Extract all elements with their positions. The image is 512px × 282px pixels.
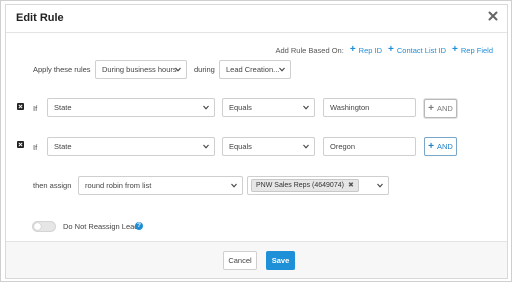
add-rep-id-label: Rep ID <box>358 45 383 55</box>
dialog-title: Edit Rule <box>16 12 64 24</box>
then-assign-label: then assign <box>33 181 72 190</box>
dialog-footer: Cancel Save <box>6 241 507 278</box>
screenshot-frame: Edit Rule Add Rule Based On: + Rep ID + … <box>0 0 512 282</box>
plus-icon: + <box>388 44 394 55</box>
add-rule-label: Add Rule Based On: <box>275 45 344 55</box>
add-rep-field-link[interactable]: + Rep Field <box>452 45 493 55</box>
chevron-down-icon <box>203 144 209 149</box>
and-label: AND <box>437 142 453 151</box>
apply-rules-label: Apply these rules <box>33 65 91 74</box>
close-icon[interactable] <box>487 10 499 22</box>
condition-value-input[interactable]: Oregon <box>323 137 416 156</box>
during-label: during <box>194 65 215 74</box>
lead-creation-value: Lead Creation... <box>226 65 280 74</box>
plus-icon: + <box>349 44 356 55</box>
condition-value-text: Washington <box>330 103 370 112</box>
add-and-button[interactable]: + AND <box>424 99 457 118</box>
add-rep-id-link[interactable]: + Rep ID <box>350 45 382 55</box>
plus-icon: + <box>428 102 434 114</box>
condition-value-text: Oregon <box>330 142 356 151</box>
add-rep-field-label: Rep Field <box>460 45 493 55</box>
add-rule-based-on: Add Rule Based On: + Rep ID + Contact Li… <box>275 45 493 55</box>
business-hours-value: During business hours <box>102 65 177 74</box>
chevron-down-icon <box>175 67 181 72</box>
if-label: If <box>33 104 38 113</box>
condition-field-value: State <box>54 103 72 112</box>
condition-operator-value: Equals <box>229 142 252 151</box>
condition-value-input[interactable]: Washington <box>323 98 416 117</box>
plus-icon: + <box>452 44 458 55</box>
if-label: If <box>33 143 38 152</box>
condition-operator-value: Equals <box>229 103 252 112</box>
do-not-reassign-label: Do Not Reassign Lead <box>63 222 139 231</box>
lead-creation-select[interactable]: Lead Creation... <box>219 60 291 79</box>
rep-list-tag-label: PNW Sales Reps (4649074) <box>256 182 344 189</box>
remove-condition-icon[interactable] <box>17 103 24 110</box>
chevron-down-icon <box>203 105 209 110</box>
assign-method-value: round robin from list <box>85 181 152 190</box>
business-hours-select[interactable]: During business hours <box>95 60 187 79</box>
remove-tag-icon[interactable]: ✖ <box>348 180 354 191</box>
chevron-down-icon <box>377 183 383 188</box>
add-and-button[interactable]: + AND <box>424 137 457 156</box>
cancel-button[interactable]: Cancel <box>223 251 257 270</box>
do-not-reassign-toggle[interactable] <box>32 221 56 232</box>
condition-field-select[interactable]: State <box>47 98 215 117</box>
and-label: AND <box>437 104 453 113</box>
remove-condition-icon[interactable] <box>17 141 24 148</box>
chevron-down-icon <box>303 144 309 149</box>
edit-rule-dialog: Edit Rule Add Rule Based On: + Rep ID + … <box>5 4 508 279</box>
toggle-knob <box>34 223 41 230</box>
condition-operator-select[interactable]: Equals <box>222 98 315 117</box>
condition-field-select[interactable]: State <box>47 137 215 156</box>
add-contact-list-id-link[interactable]: + Contact List ID <box>388 45 446 55</box>
chevron-down-icon <box>279 67 285 72</box>
assign-method-select[interactable]: round robin from list <box>78 176 243 195</box>
add-contact-list-id-label: Contact List ID <box>396 45 447 55</box>
chevron-down-icon <box>231 183 237 188</box>
chevron-down-icon <box>303 105 309 110</box>
condition-field-value: State <box>54 142 72 151</box>
plus-icon: + <box>428 140 434 152</box>
rep-list-tag: PNW Sales Reps (4649074) ✖ <box>251 179 359 192</box>
save-button[interactable]: Save <box>266 251 295 270</box>
condition-operator-select[interactable]: Equals <box>222 137 315 156</box>
help-icon[interactable]: ? <box>135 222 143 230</box>
dialog-header: Edit Rule <box>6 5 507 33</box>
